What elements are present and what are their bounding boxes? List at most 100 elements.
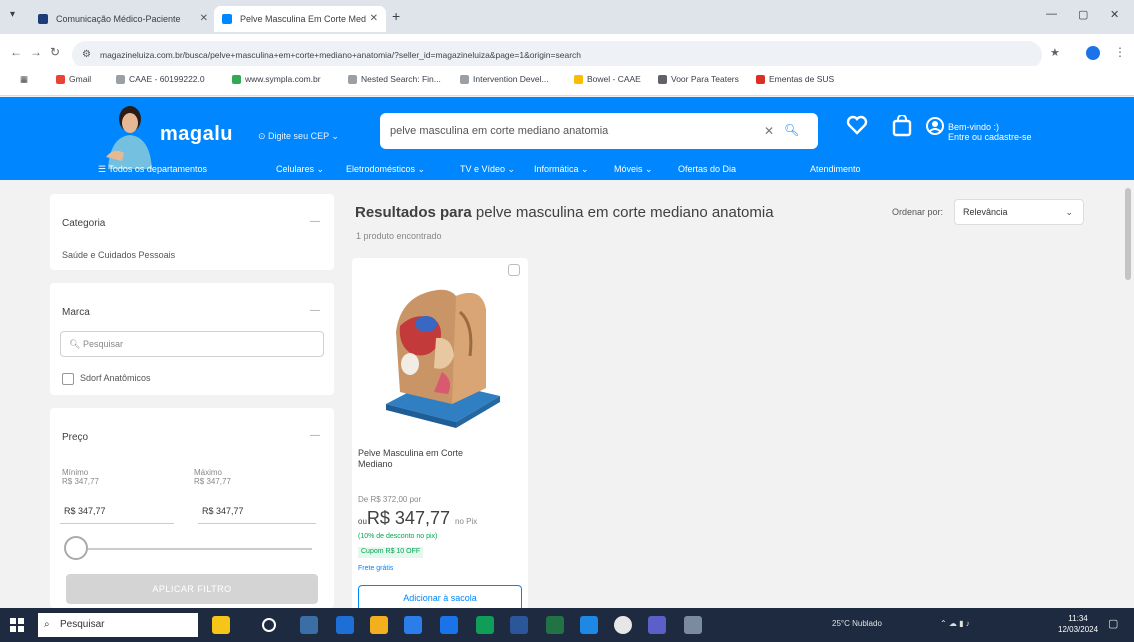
weather-status[interactable]: 25°C Nublado [832, 619, 882, 628]
url-text: magazineluiza.com.br/busca/pelve+masculi… [100, 50, 582, 60]
tab-search-icon[interactable]: ▾ [10, 9, 15, 20]
cep-link[interactable]: ⊙ Digite seu CEP ⌄ [258, 131, 339, 142]
category-link[interactable]: Ofertas do Dia [678, 164, 736, 174]
sort-select[interactable]: Relevância ⌄ [954, 199, 1084, 225]
file-explorer-icon[interactable] [370, 616, 388, 634]
browser-tab-bar: ▾ Comunicação Médico-Paciente ✕ Pelve Ma… [0, 0, 1134, 34]
bookmark-item[interactable]: Gmail [56, 74, 91, 84]
widgets-icon[interactable] [300, 616, 318, 634]
price-slider-handle[interactable] [64, 536, 88, 560]
weather-widget-icon[interactable] [212, 616, 230, 634]
bookmark-item[interactable]: CAAE - 60199222.0 [116, 74, 205, 84]
lu-avatar-icon [106, 106, 152, 169]
category-link[interactable]: Móveis ⌄ [614, 164, 653, 175]
site-info-icon[interactable]: ⚙ [82, 41, 91, 69]
store-icon[interactable] [404, 616, 422, 634]
close-tab-icon[interactable]: ✕ [370, 6, 378, 32]
sort-label: Ordenar por: [892, 207, 944, 217]
category-link[interactable]: Celulares ⌄ [276, 164, 324, 175]
tab-title: Comunicação Médico-Paciente [56, 14, 181, 24]
search-icon[interactable]: 🔍︎ [784, 123, 799, 137]
apply-filter-button[interactable]: APLICAR FILTRO [66, 574, 318, 604]
filter-category-panel: Categoria — Saúde e Cuidados Pessoais [50, 194, 334, 270]
bookmark-favicon-icon [574, 75, 583, 84]
task-view-icon[interactable] [262, 618, 276, 632]
product-card[interactable]: Pelve Masculina em Corte Mediano De R$ 3… [352, 258, 528, 618]
brand-search-input[interactable]: 🔍︎ Pesquisar [60, 331, 324, 357]
category-link[interactable]: Eletrodomésticos ⌄ [346, 164, 425, 175]
bookmark-star-icon[interactable]: ★ [1050, 46, 1060, 59]
favorite-toggle-icon[interactable] [508, 264, 520, 276]
tab-favicon-icon [222, 14, 232, 24]
forward-icon[interactable]: → [30, 45, 42, 59]
brand-checkbox[interactable] [62, 373, 74, 385]
bookmark-favicon-icon [348, 75, 357, 84]
bookmark-favicon-icon [56, 75, 65, 84]
mail-icon[interactable] [440, 616, 458, 634]
all-departments-menu[interactable]: ☰ Todos os departamentos [98, 164, 207, 175]
shopping-bag-icon[interactable] [892, 115, 912, 137]
pelvis-model-image[interactable] [382, 276, 502, 436]
teams-icon[interactable] [648, 616, 666, 634]
browser-tab-active[interactable]: Pelve Masculina Em Corte Med ✕ [214, 6, 386, 32]
edge-icon[interactable] [336, 616, 354, 634]
back-icon[interactable]: ← [10, 45, 22, 59]
min-price-label: Mínimo R$ 347,77 [62, 468, 99, 486]
new-tab-icon[interactable]: + [392, 8, 400, 24]
collapse-icon[interactable]: — [310, 216, 320, 227]
bookmark-item[interactable]: Nested Search: Fin... [348, 74, 441, 84]
collapse-icon[interactable]: — [310, 430, 320, 441]
maximize-icon[interactable]: ▢ [1078, 8, 1088, 21]
login-link[interactable]: Bem-vindo :) Entre ou cadastre-se [948, 122, 1032, 142]
bookmark-item[interactable]: Intervention Devel... [460, 74, 549, 84]
filter-title: Preço [62, 432, 89, 443]
category-filter-item[interactable]: Saúde e Cuidados Pessoais [62, 250, 175, 260]
app-icon[interactable] [580, 616, 598, 634]
search-input[interactable] [390, 121, 760, 141]
category-link[interactable]: Informática ⌄ [534, 164, 589, 175]
chrome-icon[interactable] [614, 616, 632, 634]
reload-icon[interactable]: ↻ [50, 45, 60, 59]
coupon-badge: Cupom R$ 10 OFF [358, 547, 424, 558]
bookmark-item[interactable]: Voor Para Teaters [658, 74, 739, 84]
original-price: De R$ 372,00 por [358, 495, 422, 504]
page-scrollbar[interactable] [1122, 180, 1134, 608]
notification-icon[interactable]: ▢ [1108, 617, 1118, 630]
minimize-icon[interactable]: — [1046, 8, 1057, 20]
taskbar-clock[interactable]: 11:34 12/03/2024 [1058, 613, 1098, 635]
bookmark-item[interactable]: Bowel - CAAE [574, 74, 641, 84]
bookmark-item[interactable]: Ementas de SUS [756, 74, 834, 84]
windows-start-icon[interactable] [10, 618, 24, 632]
app-icon[interactable] [684, 616, 702, 634]
scrollbar-thumb[interactable] [1125, 188, 1131, 280]
user-account-icon[interactable] [926, 117, 944, 135]
apps-icon[interactable]: ▦ [20, 74, 28, 85]
price-slider-track[interactable] [72, 548, 312, 550]
clear-search-icon[interactable]: ✕ [764, 124, 774, 138]
site-header: magalu ⊙ Digite seu CEP ⌄ ✕ 🔍︎ Bem-vindo… [0, 97, 1134, 180]
magalu-logo[interactable]: magalu [160, 123, 233, 146]
brand-checkbox-label[interactable]: Sdorf Anatômicos [80, 373, 151, 383]
filter-brand-panel: Marca — 🔍︎ Pesquisar Sdorf Anatômicos [50, 283, 334, 395]
taskbar-search[interactable]: ⌕ Pesquisar [38, 613, 198, 637]
excel-icon[interactable] [546, 616, 564, 634]
close-window-icon[interactable]: ✕ [1110, 8, 1119, 21]
collapse-icon[interactable]: — [310, 305, 320, 316]
favorites-heart-icon[interactable] [846, 115, 868, 135]
browser-menu-icon[interactable]: ⋮ [1114, 45, 1126, 59]
close-tab-icon[interactable]: ✕ [200, 6, 208, 32]
word-icon[interactable] [510, 616, 528, 634]
app-icon[interactable] [476, 616, 494, 634]
tab-title: Pelve Masculina Em Corte Med [240, 14, 367, 24]
system-tray-icons[interactable]: ⌃ ☁ ▮ ♪ [940, 619, 970, 628]
min-price-input[interactable]: R$ 347,77 [60, 498, 174, 524]
browser-tab[interactable]: Comunicação Médico-Paciente ✕ [30, 6, 216, 32]
pix-discount-text: (10% de desconto no pix) [358, 533, 438, 540]
url-field[interactable]: ⚙ magazineluiza.com.br/busca/pelve+mascu… [72, 41, 1042, 69]
bookmark-item[interactable]: www.sympla.com.br [232, 74, 321, 84]
max-price-input[interactable]: R$ 347,77 [198, 498, 316, 524]
category-link[interactable]: Atendimento [810, 164, 861, 174]
category-link[interactable]: TV e Vídeo ⌄ [460, 164, 515, 175]
product-title[interactable]: Pelve Masculina em Corte Mediano [358, 448, 498, 470]
profile-icon[interactable] [1086, 46, 1100, 60]
